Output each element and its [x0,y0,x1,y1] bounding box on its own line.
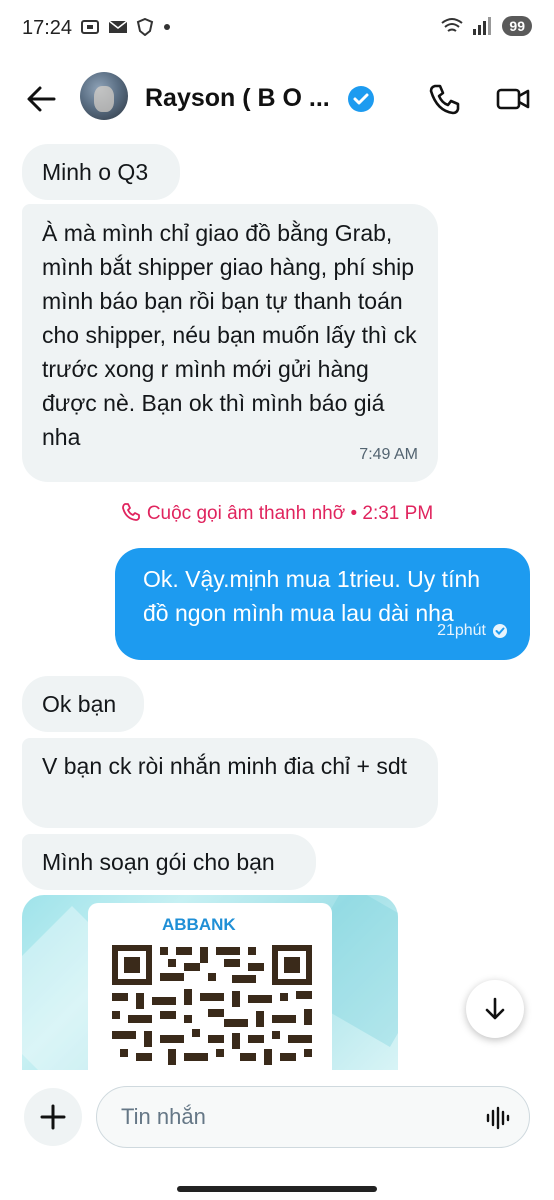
scroll-to-bottom-button[interactable] [466,980,524,1038]
add-attachment-button[interactable] [24,1088,82,1146]
dot-icon [164,24,170,30]
voice-message-icon[interactable] [485,1105,511,1131]
message-text: Minh o Q3 [42,159,149,185]
message-text: V bạn ck ròi nhắn minh đia chỉ + sdt [42,753,408,779]
missed-call-log[interactable]: Cuộc gọi âm thanh nhỡ • 2:31 PM [0,502,554,525]
phone-icon [121,503,140,521]
message-time: 7:49 AM [359,446,418,463]
message-incoming[interactable]: Ok bạn [22,676,144,732]
status-bar: 17:24 99 [0,0,554,60]
chat-header: Rayson ( B O ... [0,60,554,138]
bank-logo: ABBANK [162,915,236,934]
status-time: 17:24 [22,17,73,39]
verified-badge-icon [348,86,374,112]
message-input[interactable]: Tin nhắn [96,1086,530,1148]
message-text: Mình soạn gói cho bạn [42,849,275,875]
battery-badge: 99 [502,16,532,36]
composer: Tin nhắn [0,1070,554,1200]
message-incoming[interactable]: À mà mình chỉ giao đồ bằng Grab, mình bắ… [22,204,438,482]
seen-check-icon [493,624,507,638]
message-text: À mà mình chỉ giao đồ bằng Grab, mình bắ… [42,220,417,450]
wifi-icon [441,18,464,32]
contact-name[interactable]: Rayson ( B O ... [145,84,330,113]
message-outgoing[interactable]: Ok. Vậy.mịnh mua 1trieu. Uy tính đồ ngon… [115,548,530,660]
arrow-down-icon [485,997,505,1020]
call-log-text: Cuộc gọi âm thanh nhỡ • 2:31 PM [146,503,434,524]
video-call-icon[interactable] [496,84,530,114]
message-text: Ok bạn [42,691,117,717]
notification-icons [80,18,172,36]
message-incoming[interactable]: V bạn ck ròi nhắn minh đia chỉ + sdt [22,738,438,828]
signal-icon [473,17,492,35]
message-incoming[interactable]: Minh o Q3 [22,144,180,200]
phone-call-icon[interactable] [428,82,462,116]
image-attachment[interactable]: ABBANK [22,895,398,1070]
back-arrow-icon[interactable] [24,82,58,116]
message-incoming[interactable]: Mình soạn gói cho bạn [22,834,316,890]
plus-icon [40,1104,66,1130]
mail-icon [108,20,128,33]
screenshot-icon [81,20,99,34]
shield-icon [136,18,154,36]
message-time: 21phút [437,622,486,639]
message-input-placeholder: Tin nhắn [121,1104,206,1129]
status-right: 99 [440,16,532,36]
message-status: 21phút [437,614,508,648]
avatar[interactable] [80,72,128,120]
home-indicator [177,1186,377,1192]
qr-code [112,945,312,1069]
